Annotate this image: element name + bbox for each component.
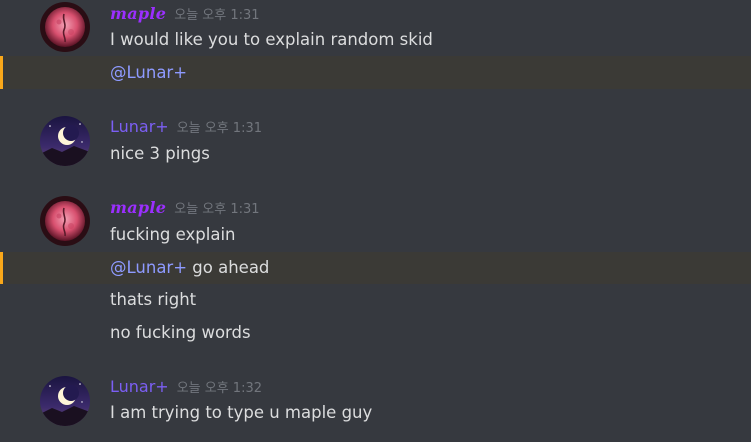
message-header: Lunar+ 오늘 오후 1:31: [110, 117, 262, 139]
message-header: Lunar+ 오늘 오후 1:32: [110, 377, 262, 399]
avatar-maple[interactable]: [40, 196, 90, 246]
message-text: @Lunar+: [110, 63, 187, 83]
username[interactable]: Lunar+: [110, 117, 169, 136]
message-text: thats right: [110, 290, 197, 309]
pink-moon-avatar-icon: [40, 196, 90, 246]
avatar-lunar[interactable]: [40, 376, 90, 426]
avatar-maple[interactable]: [40, 2, 90, 52]
pink-moon-avatar-icon: [40, 2, 90, 52]
message-header: maple 오늘 오후 1:31: [110, 198, 260, 220]
username[interactable]: Lunar+: [110, 377, 169, 396]
message-header: maple 오늘 오후 1:31: [110, 4, 260, 26]
avatar-lunar[interactable]: [40, 116, 90, 166]
timestamp: 오늘 오후 1:31: [174, 8, 260, 23]
timestamp: 오늘 오후 1:32: [176, 381, 263, 396]
message-text: I am trying to type u maple guy: [110, 403, 373, 422]
message-text: fucking explain: [110, 225, 236, 244]
chat-message-list: maple 오늘 오후 1:31 I would like you to expl…: [0, 0, 751, 442]
message-text: I would like you to explain random skid: [110, 30, 433, 49]
crescent-moon-night-icon: [40, 376, 90, 426]
user-mention[interactable]: @Lunar+: [110, 258, 187, 277]
timestamp: 오늘 오후 1:31: [176, 121, 263, 136]
username[interactable]: maple: [110, 198, 166, 217]
message-text: @Lunar+ go ahead: [110, 258, 270, 277]
crescent-moon-night-icon: [40, 116, 90, 166]
timestamp: 오늘 오후 1:31: [174, 202, 260, 217]
message-text: nice 3 pings: [110, 144, 210, 163]
message-text: no fucking words: [110, 323, 251, 342]
username[interactable]: maple: [110, 4, 166, 23]
user-mention[interactable]: @Lunar+: [110, 63, 187, 82]
